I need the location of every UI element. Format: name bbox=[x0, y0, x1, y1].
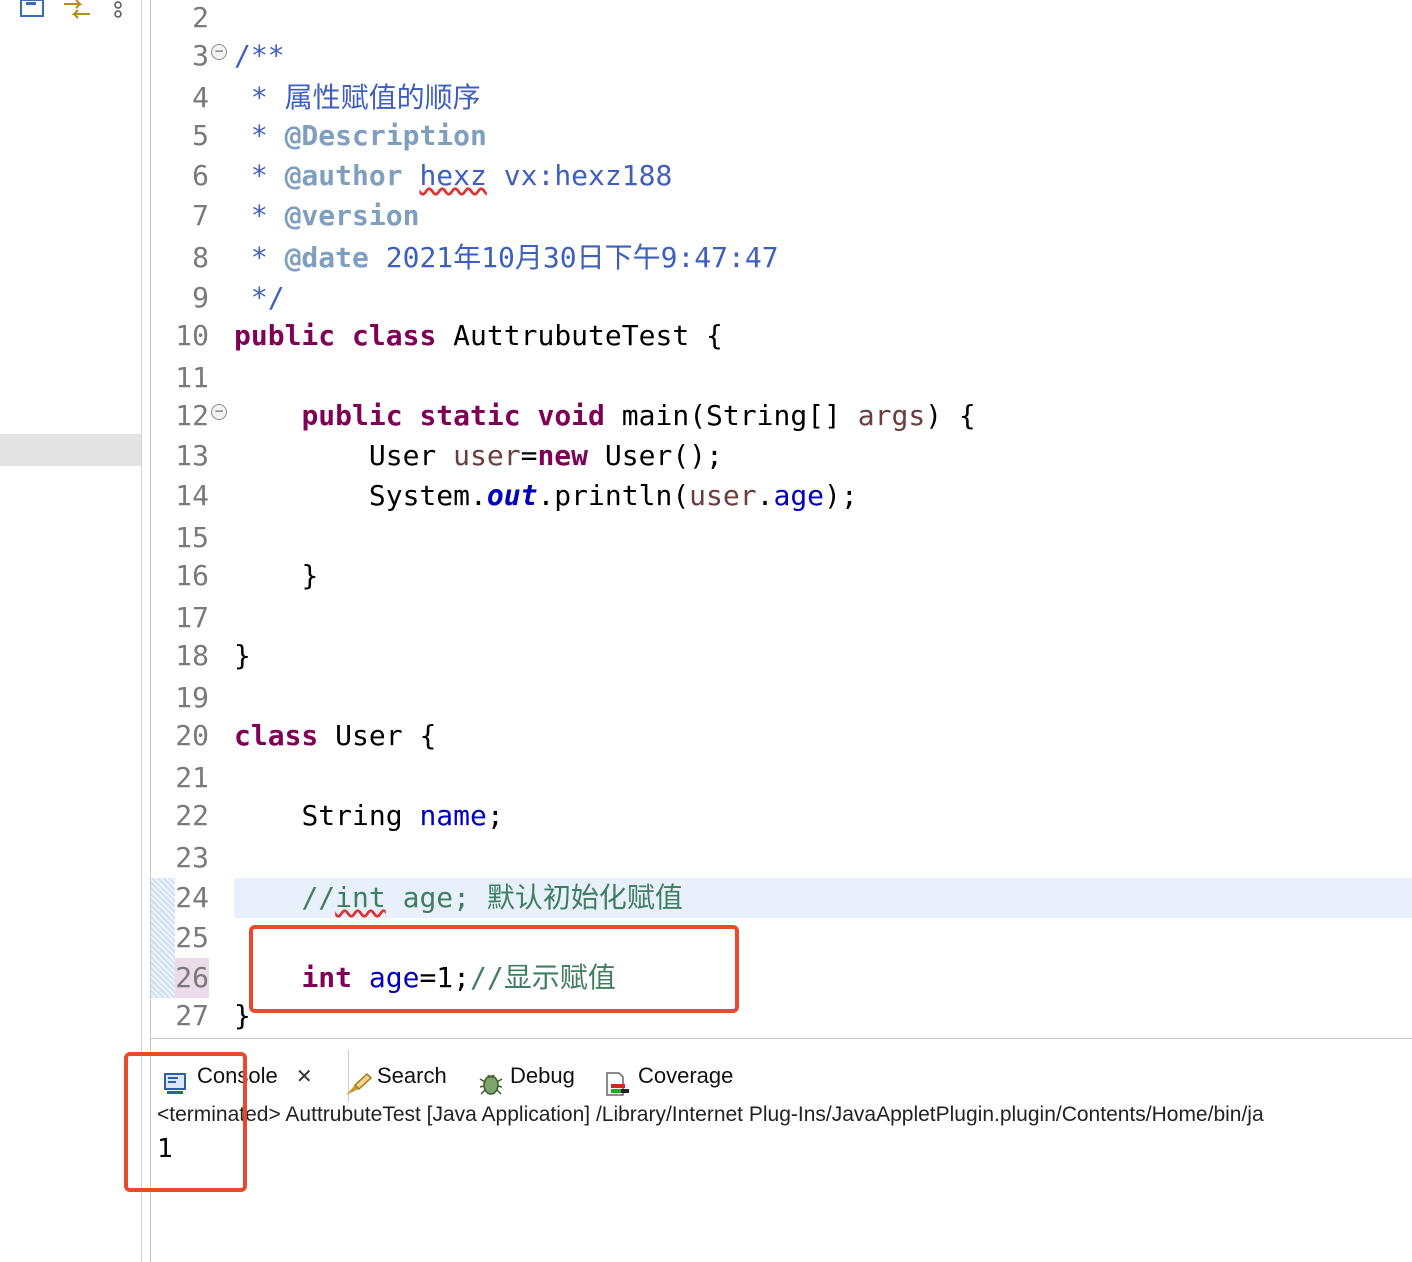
line-number: 2 bbox=[192, 1, 209, 34]
tab-label: Search bbox=[377, 1063, 447, 1088]
code-line: 19 bbox=[151, 678, 1412, 718]
line-number: 19 bbox=[175, 681, 209, 714]
code-line: 4 * 属性赋值的顺序 bbox=[151, 78, 1412, 118]
left-panel-selected-row[interactable] bbox=[0, 434, 141, 466]
annotation-box-output bbox=[124, 1052, 247, 1192]
line-number: 26 bbox=[175, 961, 209, 994]
line-number: 6 bbox=[192, 159, 209, 192]
tab-label: Coverage bbox=[638, 1063, 734, 1088]
line-number: 14 bbox=[175, 479, 209, 512]
code-line: 10 public class AuttrubuteTest { bbox=[151, 316, 1412, 356]
code-line: 13 User user=new User(); bbox=[151, 436, 1412, 476]
code-line: 22 String name; bbox=[151, 796, 1412, 836]
more-options-icon[interactable] bbox=[112, 0, 124, 20]
line-number: 9 bbox=[192, 281, 209, 314]
code-line: 3 − /** bbox=[151, 36, 1412, 76]
code-line: 9 */ bbox=[151, 278, 1412, 318]
line-number: 18 bbox=[175, 639, 209, 672]
tab-debug[interactable]: Debug bbox=[476, 1050, 575, 1102]
code-line: 20 class User { bbox=[151, 716, 1412, 756]
line-number: 16 bbox=[175, 559, 209, 592]
console-tab-bar: Console ✕ Search Debug Coverage bbox=[151, 1050, 1412, 1102]
spelling-warning: int bbox=[335, 881, 386, 914]
line-number: 13 bbox=[175, 439, 209, 472]
code-line: 17 bbox=[151, 598, 1412, 638]
line-number: 4 bbox=[192, 81, 209, 114]
code-line: 7 * @version bbox=[151, 196, 1412, 236]
line-number: 5 bbox=[192, 119, 209, 152]
javadoc-text: 属性赋值的顺序 bbox=[284, 81, 481, 114]
javadoc-tag: @date bbox=[284, 241, 369, 274]
debug-icon bbox=[476, 1064, 503, 1095]
line-number: 17 bbox=[175, 601, 209, 634]
line-number: 10 bbox=[175, 319, 209, 352]
tab-label: Debug bbox=[510, 1063, 575, 1088]
fold-collapse-icon[interactable]: − bbox=[211, 44, 227, 60]
close-icon[interactable]: ✕ bbox=[296, 1064, 313, 1088]
code-line: 21 bbox=[151, 758, 1412, 798]
code-line: 2 bbox=[151, 0, 1412, 38]
code-line: 11 bbox=[151, 358, 1412, 398]
line-number: 11 bbox=[175, 361, 209, 394]
link-editor-icon[interactable] bbox=[62, 0, 92, 20]
line-number: 8 bbox=[192, 241, 209, 274]
line-number: 15 bbox=[175, 521, 209, 554]
code-line: 15 bbox=[151, 518, 1412, 558]
tab-search[interactable]: Search bbox=[343, 1050, 447, 1102]
javadoc-tag: @Description bbox=[284, 119, 487, 152]
tab-coverage[interactable]: Coverage bbox=[604, 1050, 733, 1102]
code-editor[interactable]: 2 3 − /** 4 * 属性赋值的顺序 5 * @Description 6… bbox=[151, 0, 1412, 1039]
code-line: 6 * @author hexz vx:hexz188 bbox=[151, 156, 1412, 196]
line-number: 21 bbox=[175, 761, 209, 794]
code-line: 18 } bbox=[151, 636, 1412, 676]
javadoc-open: /** bbox=[234, 39, 285, 72]
line-number: 24 bbox=[175, 881, 209, 914]
line-number: 27 bbox=[175, 999, 209, 1032]
line-number: 23 bbox=[175, 841, 209, 874]
code-line: 14 System.out.println(user.age); bbox=[151, 476, 1412, 516]
javadoc-tag: @version bbox=[284, 199, 420, 232]
terminated-status: <terminated> AuttrubuteTest [Java Applic… bbox=[157, 1103, 1264, 1126]
coverage-icon bbox=[604, 1064, 630, 1096]
spelling-warning: hexz bbox=[419, 159, 487, 192]
javadoc-tag: @author bbox=[284, 159, 403, 192]
code-line: 5 * @Description bbox=[151, 116, 1412, 156]
annotation-box-code bbox=[249, 925, 739, 1013]
line-number: 22 bbox=[175, 799, 209, 832]
fold-collapse-icon[interactable]: − bbox=[211, 404, 227, 420]
code-line: 24 //int age; 默认初始化赋值 bbox=[151, 878, 1412, 918]
line-number: 3 bbox=[192, 39, 209, 72]
line-number: 20 bbox=[175, 719, 209, 752]
line-number: 25 bbox=[175, 921, 209, 954]
line-number: 12 bbox=[175, 399, 209, 432]
code-line: 23 bbox=[151, 838, 1412, 878]
javadoc-star: * bbox=[234, 81, 285, 114]
search-icon bbox=[343, 1064, 373, 1096]
code-line: 8 * @date 2021年10月30日下午9:47:47 bbox=[151, 238, 1412, 278]
outline-icon[interactable] bbox=[20, 0, 46, 20]
left-panel bbox=[0, 0, 142, 1262]
code-line: 16 } bbox=[151, 556, 1412, 596]
code-line: 12 − public static void main(String[] ar… bbox=[151, 396, 1412, 436]
line-number: 7 bbox=[192, 199, 209, 232]
